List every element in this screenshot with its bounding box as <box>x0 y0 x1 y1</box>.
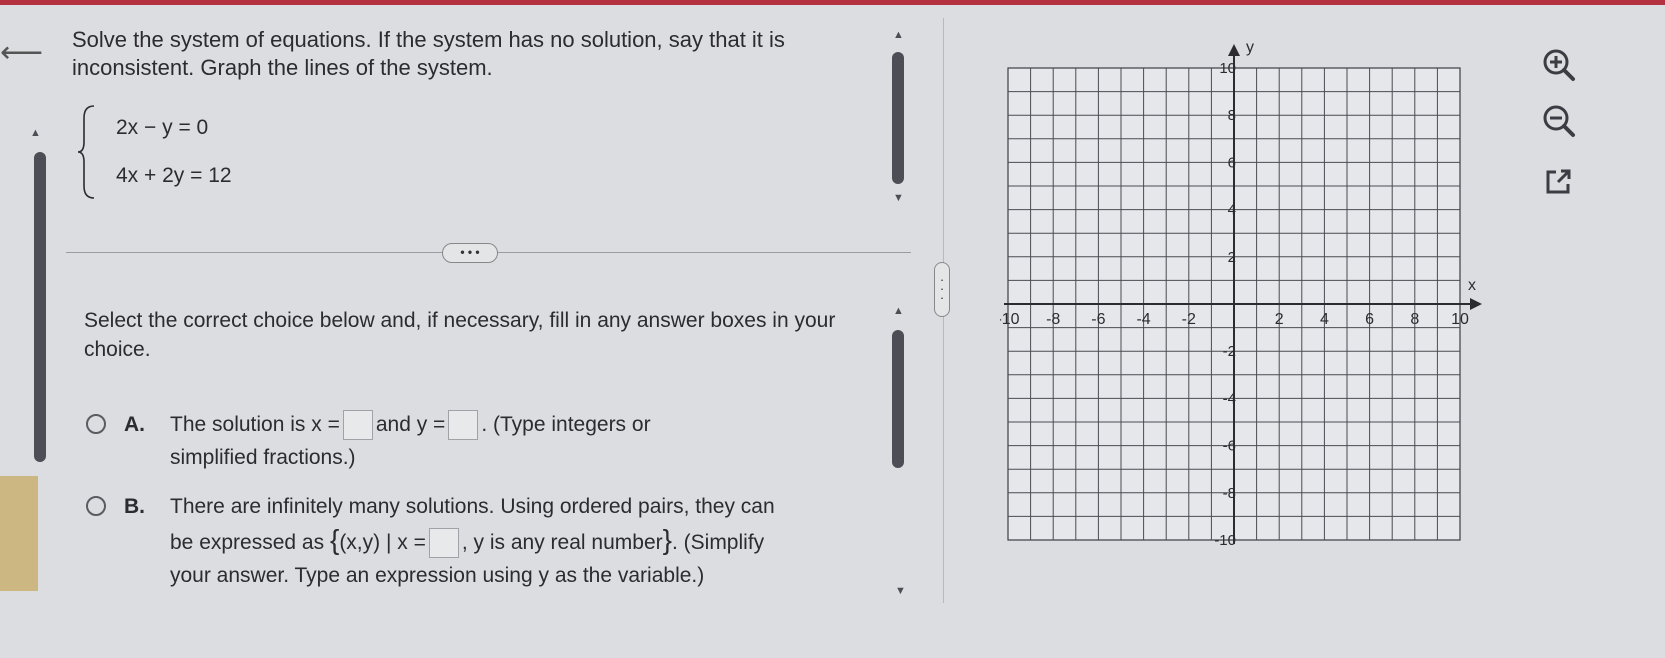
expand-more-button[interactable]: • • • <box>442 243 498 263</box>
x-tick-label: 2 <box>1275 311 1284 328</box>
lower-scrollbar[interactable] <box>892 330 904 468</box>
y-tick-label: -2 <box>1223 343 1236 360</box>
upper-scroll-up-icon[interactable]: ▲ <box>893 30 904 41</box>
top-accent-bar <box>0 0 1665 5</box>
choice-b-radio[interactable] <box>86 496 106 516</box>
close-brace: } <box>662 524 672 555</box>
y-axis-label: y <box>1246 39 1254 56</box>
open-brace: { <box>329 524 340 555</box>
choice-a-text-2: and y = <box>375 413 446 436</box>
x-tick-label: 4 <box>1320 311 1329 328</box>
choice-b-text-4: , y is any real number <box>461 531 663 554</box>
y-tick-label: -6 <box>1223 438 1236 455</box>
y-tick-label: 2 <box>1228 249 1236 266</box>
y-tick-label: -4 <box>1223 390 1236 407</box>
choice-b-text-3: (x,y) | x = <box>339 531 426 554</box>
x-expression-box[interactable] <box>428 528 459 559</box>
choice-a-text-4: simplified fractions.) <box>170 446 356 469</box>
equation-system: 2x − y = 0 4x + 2y = 12 <box>76 104 276 200</box>
choice-b-text-5: . (Simplify <box>671 531 765 554</box>
y-tick-label: 8 <box>1228 107 1236 124</box>
x-tick-label: 6 <box>1365 311 1374 328</box>
equation-2: 4x + 2y = 12 <box>116 164 232 187</box>
x-axis-arrow-icon <box>1470 298 1482 310</box>
y-answer-box[interactable] <box>448 410 479 441</box>
problem-prompt: Solve the system of equations. If the sy… <box>72 27 785 80</box>
y-tick-label: 6 <box>1228 154 1236 171</box>
left-scrollbar[interactable] <box>34 152 46 462</box>
x-tick-label: -10 <box>1000 311 1020 328</box>
x-axis-label: x <box>1468 277 1476 294</box>
zoom-in-button[interactable] <box>1536 42 1580 86</box>
zoom-in-icon <box>1543 49 1575 81</box>
zoom-out-button[interactable] <box>1536 98 1580 142</box>
left-scroll-up-icon[interactable]: ▲ <box>30 128 41 139</box>
upper-scrollbar[interactable] <box>892 52 904 184</box>
y-tick-label: 4 <box>1228 202 1236 219</box>
x-answer-box[interactable] <box>342 410 373 441</box>
choice-b-text-2: be expressed as <box>170 531 325 554</box>
x-tick-label: -2 <box>1182 311 1196 328</box>
coordinate-graph[interactable]: x y -10 -8 -6 -4 -2 2 4 6 8 10 10 8 6 4 2 -2 -4 -6 -8 -10 <box>1000 30 1520 590</box>
y-axis-arrow-icon <box>1228 44 1240 56</box>
equation-1: 2x − y = 0 <box>116 116 209 139</box>
choice-a-radio[interactable] <box>86 414 106 434</box>
back-arrow-icon[interactable]: ⟵ <box>0 38 43 68</box>
x-tick-label: 8 <box>1410 311 1419 328</box>
popout-button[interactable] <box>1536 160 1580 204</box>
y-tick-label: -8 <box>1223 485 1236 502</box>
choice-a-text-3: . (Type integers or <box>481 413 651 436</box>
side-highlight <box>0 476 38 591</box>
y-tick-label: -10 <box>1214 532 1236 549</box>
lower-scroll-up-icon[interactable]: ▲ <box>893 306 904 317</box>
y-tick-label: 10 <box>1219 60 1236 77</box>
instruction-text: Select the correct choice below and, if … <box>84 309 836 361</box>
x-tick-label: 10 <box>1451 311 1469 328</box>
resize-handle[interactable]: · · · <box>934 262 950 317</box>
zoom-out-icon <box>1543 105 1575 137</box>
upper-scroll-down-icon[interactable]: ▼ <box>893 193 904 204</box>
choice-b-text-1: There are infinitely many solutions. Usi… <box>170 495 775 518</box>
brace-icon <box>77 105 95 199</box>
choice-a-letter: A. <box>124 413 145 436</box>
choice-a-text-1: The solution is x = <box>170 413 340 436</box>
x-tick-label: -8 <box>1046 311 1060 328</box>
x-tick-label: -6 <box>1091 311 1105 328</box>
choice-b-letter: B. <box>124 495 145 518</box>
popout-icon <box>1546 169 1571 194</box>
lower-scroll-down-icon[interactable]: ▼ <box>895 586 906 597</box>
x-tick-label: -4 <box>1136 311 1150 328</box>
choice-b-text-6: your answer. Type an expression using y … <box>170 564 705 587</box>
